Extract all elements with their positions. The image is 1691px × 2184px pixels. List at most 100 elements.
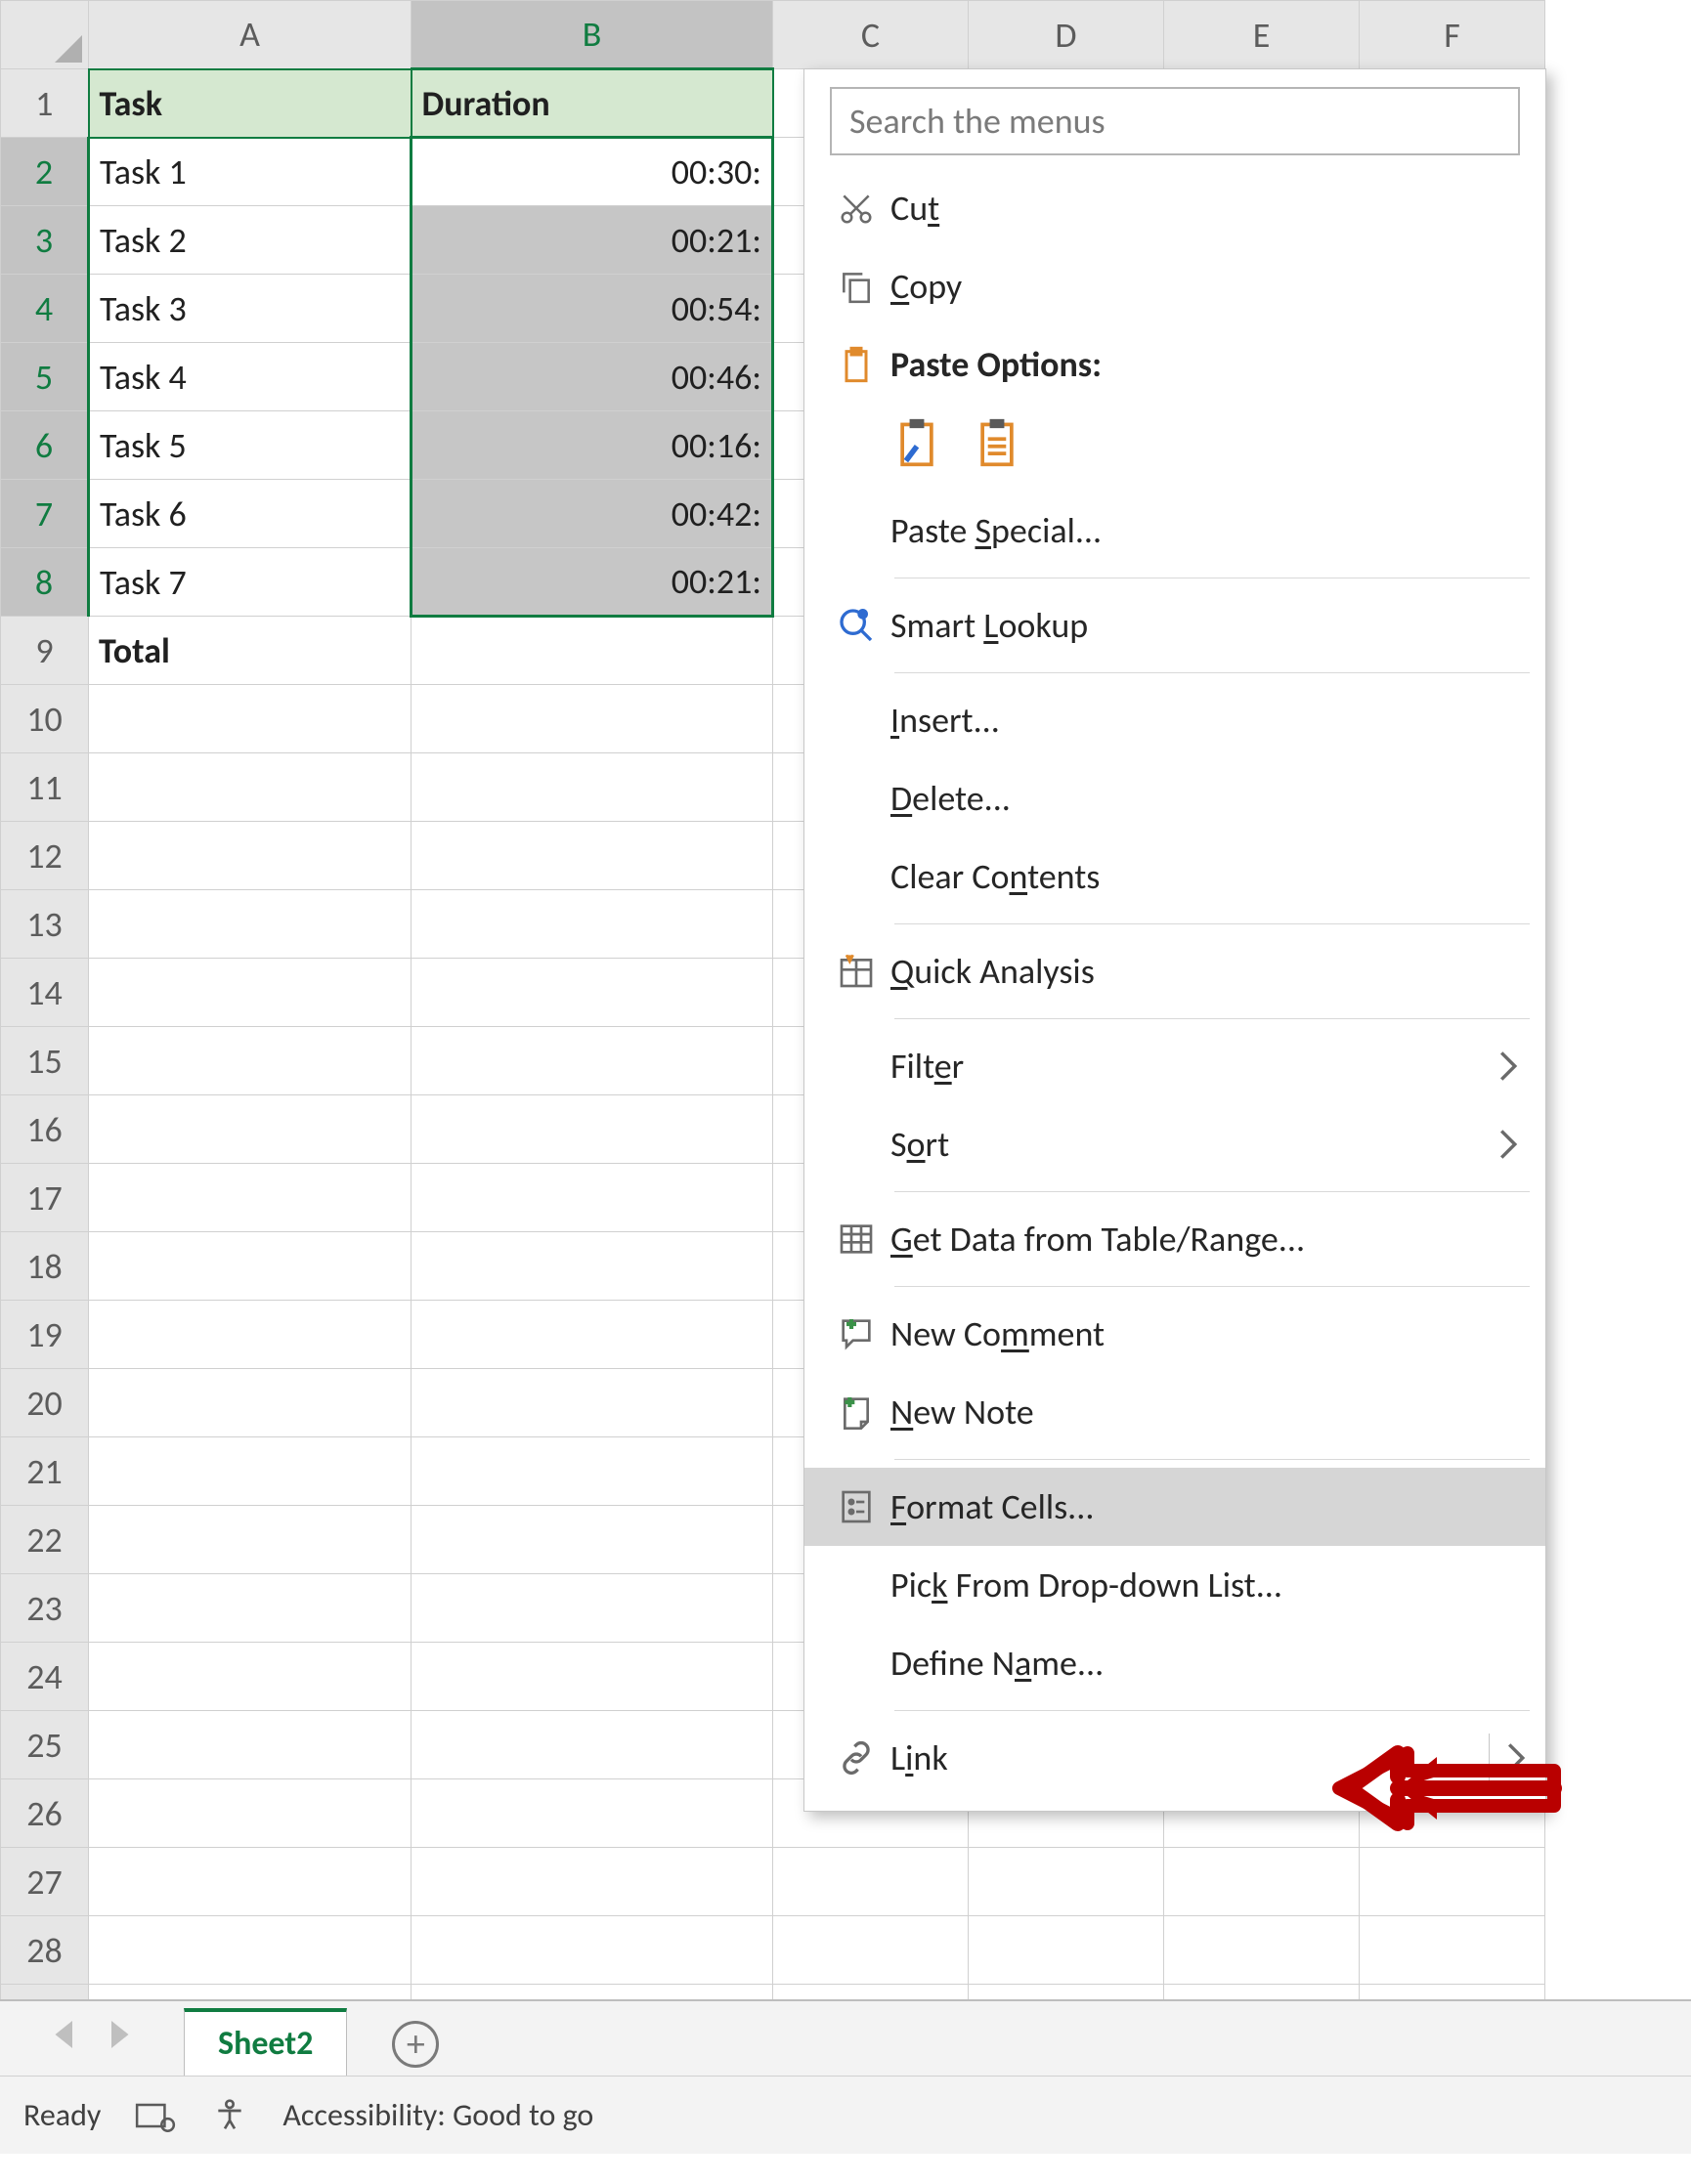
cell-B6[interactable]: 00:16: — [412, 411, 773, 480]
cell[interactable] — [89, 1574, 412, 1643]
menu-clear-contents[interactable]: Clear Contents — [804, 837, 1545, 916]
col-header-D[interactable]: D — [969, 1, 1164, 69]
menu-copy[interactable]: Copy — [804, 247, 1545, 325]
cell-A7[interactable]: Task 6 — [89, 480, 412, 548]
cell-B9[interactable] — [412, 617, 773, 685]
cell[interactable] — [969, 1916, 1164, 1985]
cell[interactable] — [89, 1164, 412, 1232]
row-header[interactable]: 2 — [1, 138, 89, 206]
row-header[interactable]: 5 — [1, 343, 89, 411]
col-header-C[interactable]: C — [773, 1, 969, 69]
cell[interactable] — [412, 890, 773, 959]
cell[interactable] — [89, 753, 412, 822]
cell[interactable] — [412, 1779, 773, 1848]
cell-B5[interactable]: 00:46: — [412, 343, 773, 411]
cell[interactable] — [412, 1232, 773, 1301]
menu-smart-lookup[interactable]: Smart Lookup — [804, 586, 1545, 664]
menu-paste-special[interactable]: Paste Special... — [804, 492, 1545, 570]
col-header-A[interactable]: A — [89, 1, 412, 69]
cell[interactable] — [89, 1711, 412, 1779]
cell[interactable] — [412, 1027, 773, 1095]
cell[interactable] — [1164, 1848, 1360, 1916]
row-header[interactable]: 12 — [1, 822, 89, 890]
menu-delete[interactable]: Delete... — [804, 759, 1545, 837]
cell-A9[interactable]: Total — [89, 617, 412, 685]
row-header[interactable]: 14 — [1, 959, 89, 1027]
cell[interactable] — [89, 890, 412, 959]
cell-B4[interactable]: 00:54: — [412, 275, 773, 343]
cell[interactable] — [969, 1848, 1164, 1916]
row-header[interactable]: 24 — [1, 1643, 89, 1711]
cell[interactable] — [89, 1643, 412, 1711]
row-header[interactable]: 26 — [1, 1779, 89, 1848]
new-sheet-button[interactable]: + — [392, 2021, 439, 2068]
row-header[interactable]: 3 — [1, 206, 89, 275]
cell[interactable] — [89, 1027, 412, 1095]
menu-sort[interactable]: Sort — [804, 1105, 1545, 1183]
row-header[interactable]: 13 — [1, 890, 89, 959]
menu-pick-from-list[interactable]: Pick From Drop-down List... — [804, 1546, 1545, 1624]
cell-A6[interactable]: Task 5 — [89, 411, 412, 480]
cell[interactable] — [412, 753, 773, 822]
col-header-F[interactable]: F — [1360, 1, 1545, 69]
menu-new-comment[interactable]: New Comment — [804, 1295, 1545, 1373]
menu-define-name[interactable]: Define Name... — [804, 1624, 1545, 1702]
cell[interactable] — [89, 1506, 412, 1574]
row-header[interactable]: 10 — [1, 685, 89, 753]
paste-values-icon[interactable] — [975, 417, 1019, 478]
cell[interactable] — [412, 1164, 773, 1232]
cell-A5[interactable]: Task 4 — [89, 343, 412, 411]
cell[interactable] — [412, 1506, 773, 1574]
row-header[interactable]: 18 — [1, 1232, 89, 1301]
col-header-B[interactable]: B — [412, 1, 773, 69]
row-header[interactable]: 16 — [1, 1095, 89, 1164]
cell-B7[interactable]: 00:42: — [412, 480, 773, 548]
row-header[interactable]: 23 — [1, 1574, 89, 1643]
cell[interactable] — [89, 1369, 412, 1437]
menu-cut[interactable]: Cut — [804, 169, 1545, 247]
menu-format-cells[interactable]: Format Cells... — [804, 1468, 1545, 1546]
cell[interactable] — [412, 822, 773, 890]
menu-new-note[interactable]: New Note — [804, 1373, 1545, 1451]
menu-quick-analysis[interactable]: Quick Analysis — [804, 932, 1545, 1010]
row-header[interactable]: 1 — [1, 69, 89, 138]
row-header[interactable]: 7 — [1, 480, 89, 548]
cell[interactable] — [412, 685, 773, 753]
cell-A1[interactable]: Task — [89, 69, 412, 138]
row-header[interactable]: 11 — [1, 753, 89, 822]
cell[interactable] — [89, 1437, 412, 1506]
cell[interactable] — [773, 1916, 969, 1985]
cell[interactable] — [412, 1848, 773, 1916]
cell[interactable] — [89, 1232, 412, 1301]
paste-icon[interactable] — [894, 417, 939, 478]
cell-A2[interactable]: Task 1 — [89, 138, 412, 206]
row-header[interactable]: 17 — [1, 1164, 89, 1232]
cell[interactable] — [412, 1711, 773, 1779]
row-header[interactable]: 27 — [1, 1848, 89, 1916]
cell[interactable] — [412, 1095, 773, 1164]
cell-A3[interactable]: Task 2 — [89, 206, 412, 275]
cell-A4[interactable]: Task 3 — [89, 275, 412, 343]
cell-B1[interactable]: Duration — [412, 69, 773, 138]
cell[interactable] — [412, 1301, 773, 1369]
cell[interactable] — [412, 959, 773, 1027]
cell[interactable] — [89, 1848, 412, 1916]
menu-search-input[interactable]: Search the menus — [830, 87, 1520, 155]
row-header[interactable]: 15 — [1, 1027, 89, 1095]
row-header[interactable]: 22 — [1, 1506, 89, 1574]
menu-get-data[interactable]: Get Data from Table/Range... — [804, 1200, 1545, 1278]
col-header-E[interactable]: E — [1164, 1, 1360, 69]
menu-link[interactable]: Link — [804, 1719, 1545, 1797]
row-header[interactable]: 28 — [1, 1916, 89, 1985]
cell-B2[interactable]: 00:30: — [412, 138, 773, 206]
cell[interactable] — [89, 959, 412, 1027]
cell[interactable] — [89, 1779, 412, 1848]
cell[interactable] — [412, 1574, 773, 1643]
cell[interactable] — [412, 1643, 773, 1711]
cell[interactable] — [773, 1848, 969, 1916]
cell[interactable] — [1360, 1916, 1545, 1985]
row-header[interactable]: 20 — [1, 1369, 89, 1437]
menu-filter[interactable]: Filter — [804, 1027, 1545, 1105]
macro-record-icon[interactable] — [134, 2098, 177, 2133]
cell[interactable] — [89, 1301, 412, 1369]
